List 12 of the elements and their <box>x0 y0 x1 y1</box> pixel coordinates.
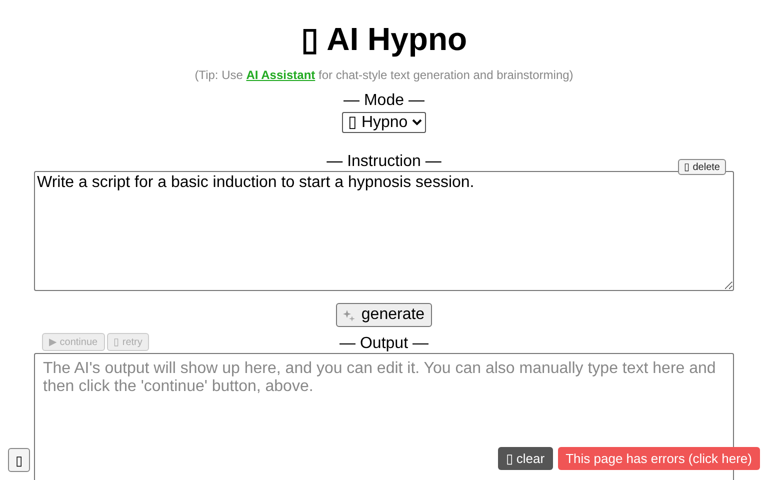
page-title: ▯ AI Hypno <box>300 20 468 58</box>
sparkle-icon <box>343 308 356 322</box>
instruction-field[interactable]: Write a script for a basic induction to start a hypnosis session. <box>34 171 734 291</box>
section-label: — Output — <box>340 335 428 353</box>
generate-button[interactable]: generate <box>336 303 432 327</box>
section-label: — Mode — <box>344 92 424 110</box>
clear-button[interactable]: ▯ clear <box>498 447 553 470</box>
delete-button[interactable]: ▯ delete <box>678 159 726 175</box>
tip-text: (Tip: Use AI Assistant for chat-style text generation and brainstorming) <box>194 68 574 82</box>
section-label: — Instruction — <box>326 153 442 171</box>
mode-select[interactable]: ▯ Hypno <box>342 112 426 133</box>
corner-button[interactable]: ▯ <box>8 448 30 472</box>
